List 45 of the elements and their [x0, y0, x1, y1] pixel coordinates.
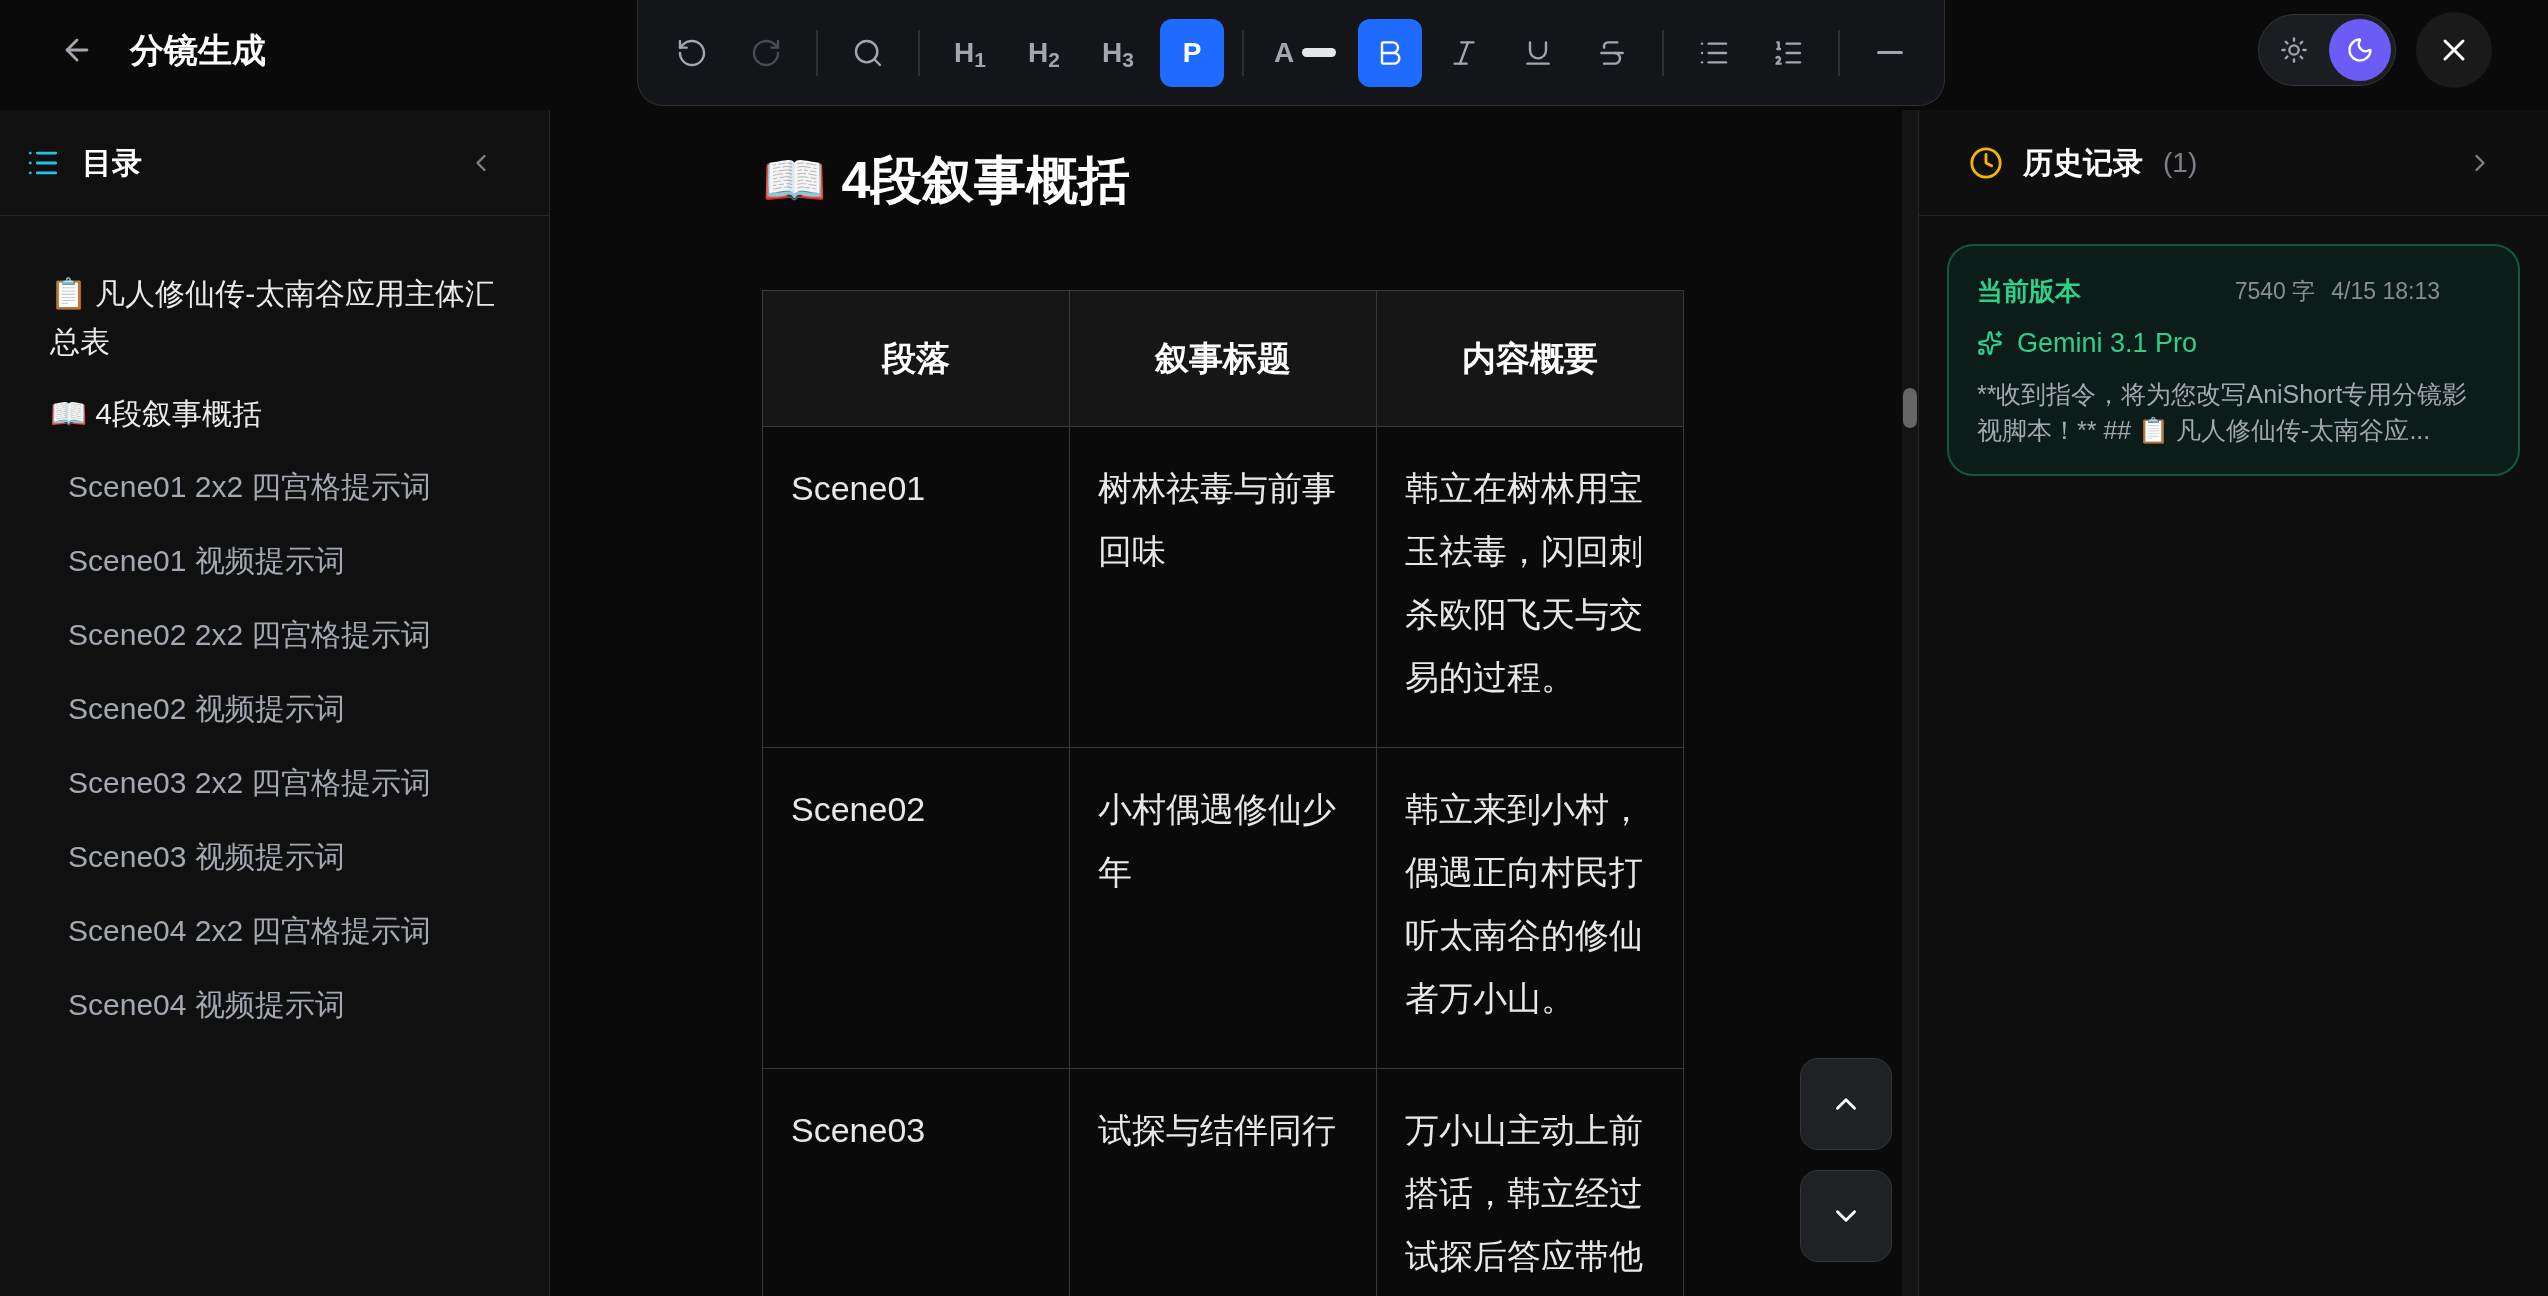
paragraph-style-button[interactable]: H$_{3}$ — [1086, 18, 1150, 87]
outline-item[interactable]: Scene03 2x2 四宫格提示词 — [50, 746, 509, 820]
moon-icon — [2346, 36, 2374, 64]
preview-text: **收到指令，将为您改写AniShort专用分镜影视脚本！** ## 📋 凡人修仙传-太南谷应... — [1977, 378, 2469, 446]
sun-icon — [2280, 36, 2308, 64]
table-cell: Scene02 — [762, 747, 1070, 1069]
font-color-button[interactable]: A — [1262, 18, 1349, 87]
outline-item[interactable]: Scene02 2x2 四宫格提示词 — [50, 598, 509, 672]
timestamp: 4/15 18:13 — [2331, 277, 2440, 307]
version-card[interactable]: 当前版本 7540 字 4/15 18:13 Gemini 3.1 Pro **收到指令，将为您改写AniShort专用分镜影视脚本！** ## 📋 凡人修仙传-太南谷应... — [1947, 244, 2520, 476]
outline-item[interactable]: 📋 凡人修仙传-太南谷应用主体汇总表 — [50, 258, 509, 378]
table-cell: Scene01 — [762, 426, 1070, 748]
column-header: 内容概要 — [1376, 290, 1684, 427]
scrollbar-thumb[interactable] — [1903, 388, 1917, 428]
word-count: 7540 字 — [2234, 277, 2316, 307]
outline-item[interactable]: Scene01 视频提示词 — [50, 524, 509, 598]
sparkle-icon — [1977, 330, 2003, 357]
sidebar-title: 目录 — [82, 145, 143, 181]
outline-item[interactable]: Scene02 视频提示词 — [50, 672, 509, 746]
dark-mode-option[interactable] — [2329, 19, 2391, 81]
paragraph-style-button[interactable]: H$_{2}$ — [1012, 18, 1076, 87]
color-bar-icon — [1302, 48, 1337, 57]
outline-item[interactable]: Scene04 2x2 四宫格提示词 — [50, 894, 509, 968]
bold-button[interactable] — [1358, 18, 1423, 87]
horizontal-rule-icon — [1877, 51, 1904, 54]
paragraph-style-button[interactable]: H$_{1}$ — [938, 18, 1002, 87]
paragraph-style-button[interactable]: P — [1160, 18, 1224, 87]
model-name: Gemini 3.1 Pro — [2017, 327, 2198, 360]
outline-item[interactable]: Scene03 视频提示词 — [50, 820, 509, 894]
table-cell: 韩立来到小村，偶遇正向村民打听太南谷的修仙者万小山。 — [1376, 747, 1684, 1069]
history-count: (1) — [2163, 145, 2199, 180]
column-header: 叙事标题 — [1069, 290, 1377, 427]
page-title: 分镜生成 — [130, 29, 266, 71]
outline-item[interactable]: Scene04 视频提示词 — [50, 968, 509, 1042]
column-header: 段落 — [762, 290, 1070, 427]
outline-item[interactable]: 📖 4段叙事概括 — [50, 378, 509, 450]
outline-item[interactable]: Scene01 2x2 四宫格提示词 — [50, 450, 509, 524]
table-cell: 韩立在树林用宝玉祛毒，闪回刺杀欧阳飞天与交易的过程。 — [1376, 426, 1684, 748]
version-label: 当前版本 — [1977, 275, 2082, 308]
history-title: 历史记录 — [2023, 145, 2143, 181]
table-cell: Scene03 — [762, 1068, 1070, 1296]
table-cell: 小村偶遇修仙少年 — [1069, 747, 1377, 1069]
table-cell: 树林祛毒与前事回味 — [1069, 426, 1377, 748]
section-heading: 📖 4段叙事概括 — [762, 150, 1132, 211]
clock-icon — [1969, 145, 2003, 180]
